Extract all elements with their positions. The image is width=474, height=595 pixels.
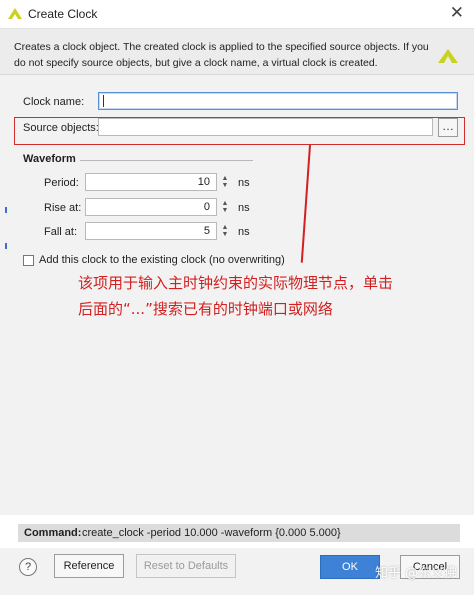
title-bar: Create Clock ✕ [0, 0, 474, 29]
period-unit: ns [238, 177, 250, 189]
text-cursor [103, 95, 104, 107]
left-edge-marker [5, 243, 7, 249]
spin-down-icon[interactable]: ▼ [220, 182, 230, 189]
command-text: create_clock -period 10.000 -waveform {0… [82, 527, 341, 539]
rise-at-input[interactable]: 0 [85, 198, 217, 216]
dialog-content: Clock name: Source objects: … Waveform P… [0, 75, 474, 515]
fall-at-label: Fall at: [44, 226, 78, 238]
rise-at-label: Rise at: [44, 202, 82, 214]
period-label: Period: [44, 177, 79, 189]
app-logo-icon [8, 8, 22, 19]
dialog-description: Creates a clock object. The created cloc… [14, 41, 429, 69]
vivado-logo-icon [438, 49, 458, 63]
reset-to-defaults-button[interactable]: Reset to Defaults [136, 554, 236, 578]
add-clock-checkbox-label[interactable]: Add this clock to the existing clock (no… [39, 254, 285, 266]
dialog-header: Creates a clock object. The created cloc… [0, 29, 474, 75]
fall-at-input[interactable]: 5 [85, 222, 217, 240]
help-icon[interactable]: ? [19, 558, 37, 576]
period-spinner[interactable]: ▲ ▼ [220, 175, 230, 189]
spin-up-icon[interactable]: ▲ [220, 224, 230, 231]
spin-down-icon[interactable]: ▼ [220, 231, 230, 238]
left-edge-marker [5, 207, 7, 213]
command-label: Command: [24, 527, 82, 539]
spin-up-icon[interactable]: ▲ [220, 200, 230, 207]
annotation-text: 该项用于输入主时钟约束的实际物理节点，单击后面的“...”搜索已有的时钟端口或网… [78, 274, 394, 318]
rise-at-unit: ns [238, 202, 250, 214]
spin-down-icon[interactable]: ▼ [220, 207, 230, 214]
waveform-group-title: Waveform [23, 153, 76, 165]
rise-at-spinner[interactable]: ▲ ▼ [220, 200, 230, 214]
clock-name-label: Clock name: [23, 96, 85, 108]
fall-at-unit: ns [238, 226, 250, 238]
browse-source-objects-button[interactable]: … [438, 118, 458, 137]
ok-button[interactable]: OK [320, 555, 380, 579]
close-icon[interactable]: ✕ [450, 3, 464, 23]
clock-name-input[interactable] [98, 92, 458, 110]
reference-button[interactable]: Reference [54, 554, 124, 578]
command-preview: Command: create_clock -period 10.000 -wa… [18, 524, 460, 542]
source-objects-label: Source objects: [23, 122, 99, 134]
add-clock-checkbox[interactable] [23, 255, 34, 266]
period-input[interactable]: 10 [85, 173, 217, 191]
spin-up-icon[interactable]: ▲ [220, 175, 230, 182]
source-objects-input[interactable] [98, 118, 433, 136]
watermark-text: 知乎 @东义佛 [375, 566, 458, 581]
fall-at-spinner[interactable]: ▲ ▼ [220, 224, 230, 238]
annotation-pointer-line [300, 144, 311, 263]
waveform-divider [80, 160, 253, 161]
window-title: Create Clock [28, 7, 98, 21]
